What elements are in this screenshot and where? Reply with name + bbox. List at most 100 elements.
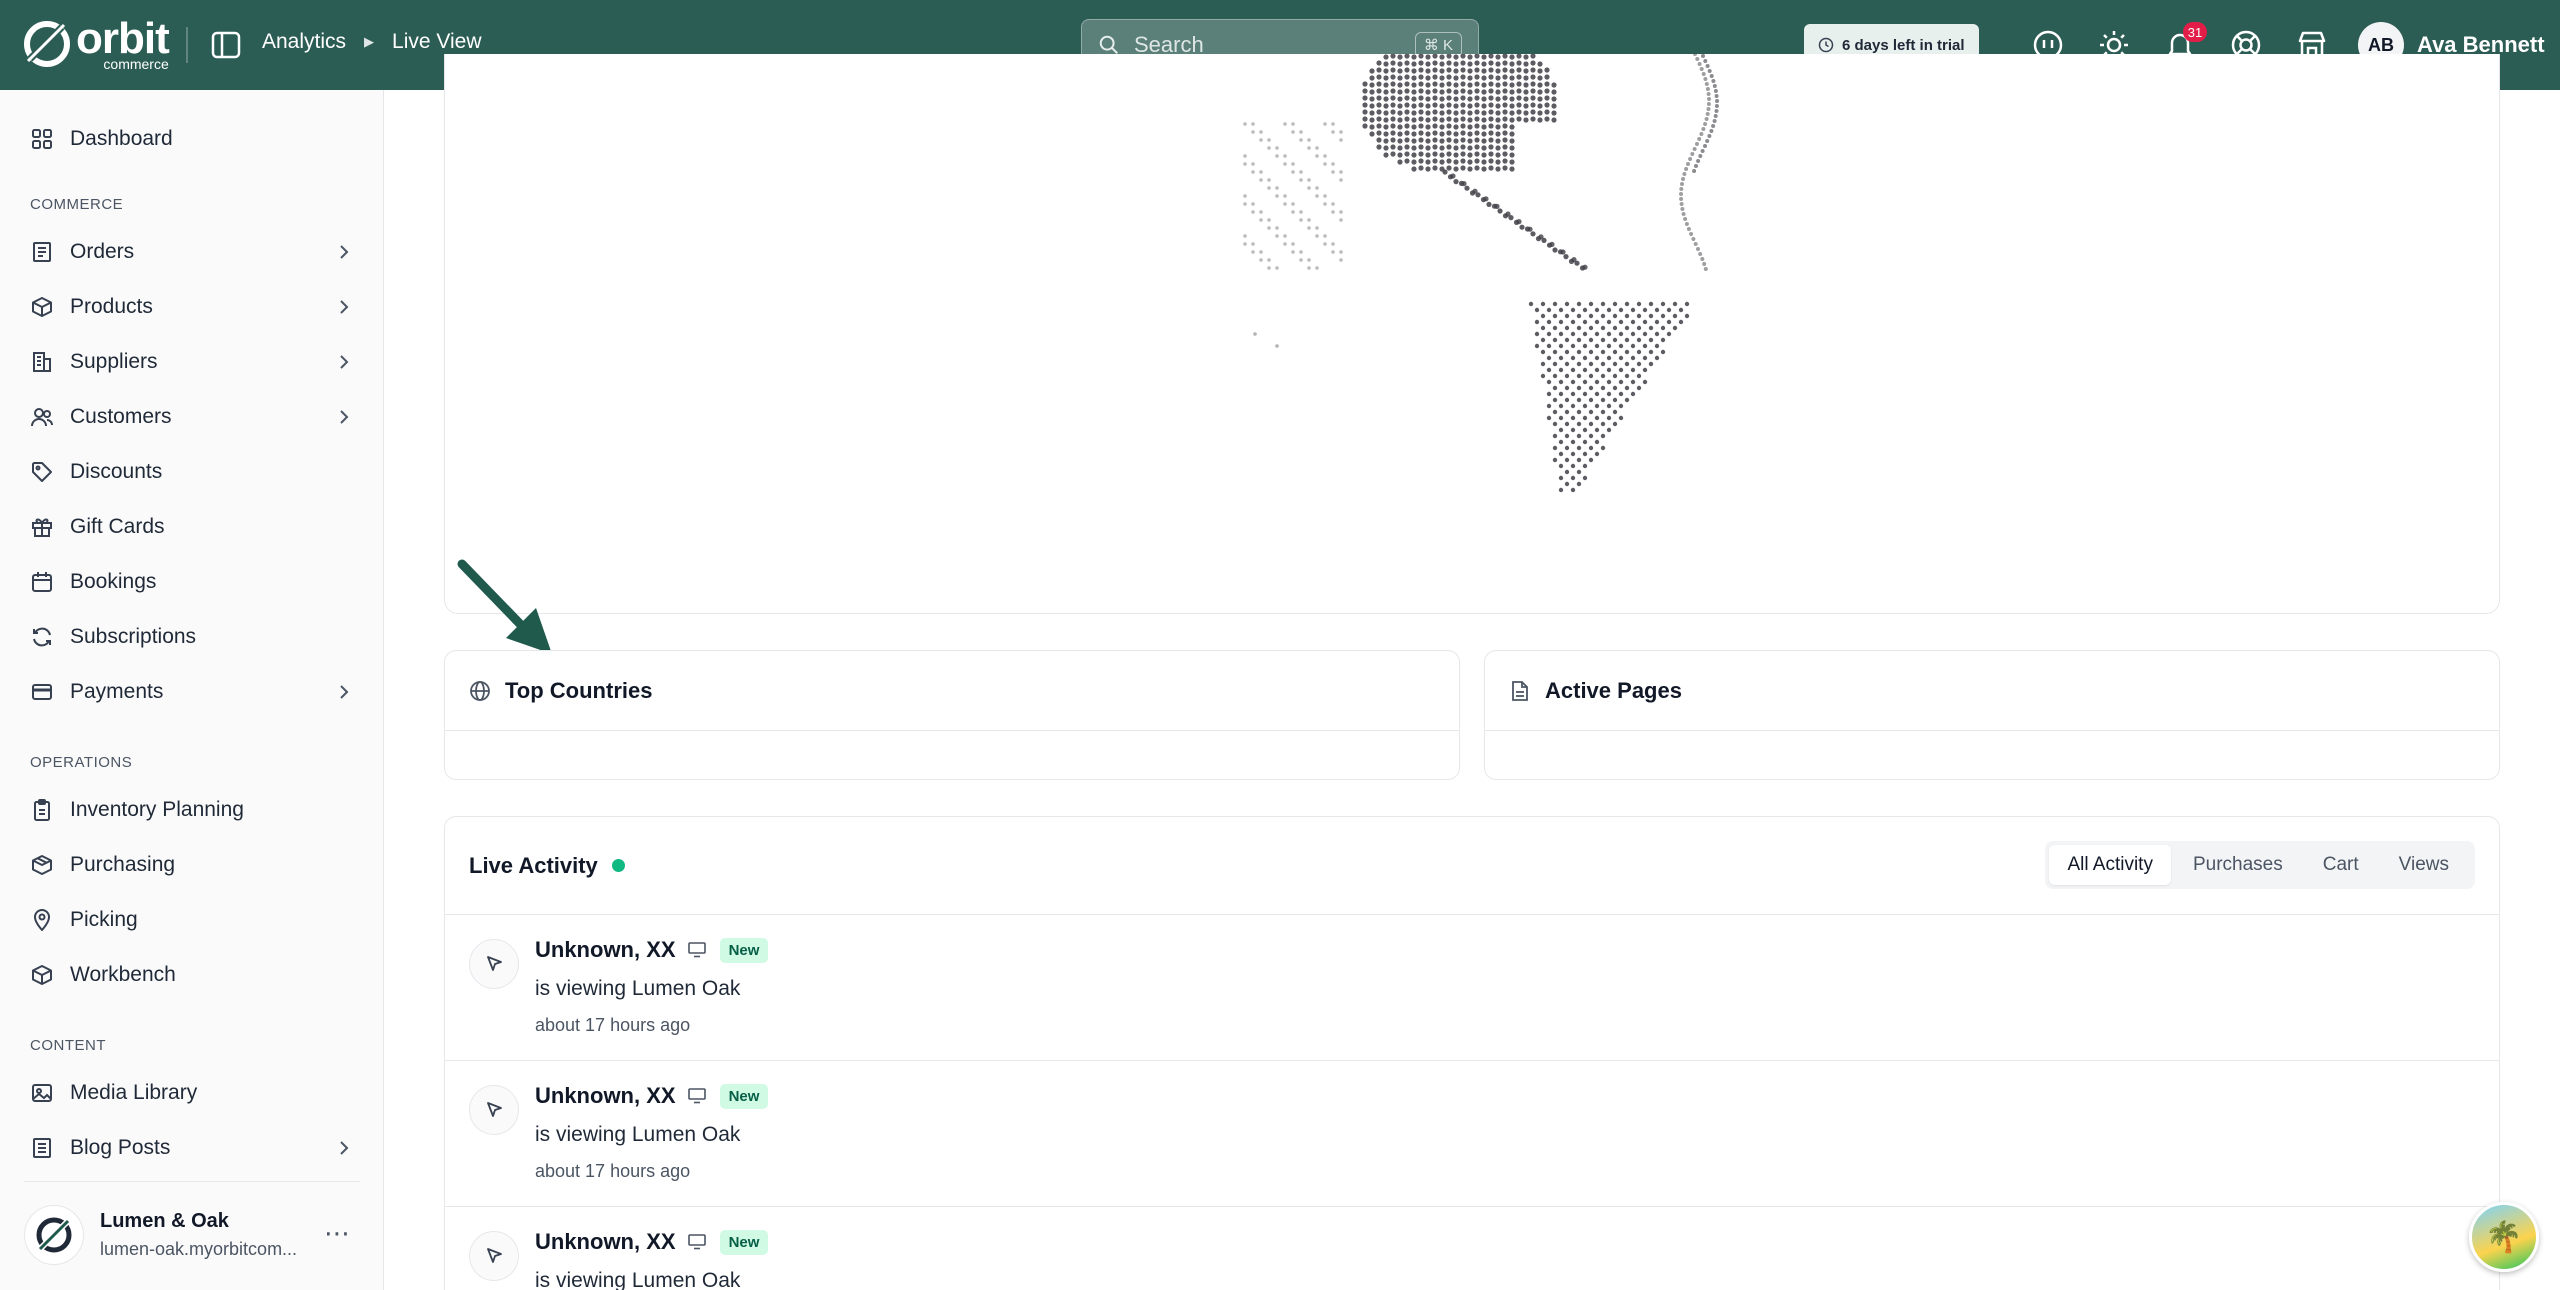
section-label-operations: OPERATIONS <box>30 754 133 771</box>
chevron-right-icon <box>340 1141 349 1155</box>
sidebar-item-label: Workbench <box>70 963 176 986</box>
tab-all-activity[interactable]: All Activity <box>2049 845 2171 885</box>
globe-icon <box>470 680 490 701</box>
sidebar-divider <box>24 1181 360 1182</box>
sidebar-item-purchasing[interactable]: Purchasing <box>0 838 384 892</box>
top-countries-header: Top Countries <box>445 651 1459 731</box>
section-label-commerce: COMMERCE <box>30 196 124 213</box>
users-icon <box>30 405 54 429</box>
topbar-divider <box>186 27 188 63</box>
sidebar-item-products[interactable]: Products <box>0 280 384 334</box>
activity-timestamp: about 17 hours ago <box>535 1015 691 1035</box>
orbit-logo-icon <box>24 21 70 67</box>
app-logo[interactable]: orbit commerce <box>22 14 170 72</box>
activity-description: is viewing Lumen Oak <box>535 977 741 1000</box>
sidebar-item-orders[interactable]: Orders <box>0 225 384 279</box>
live-activity-title: Live Activity <box>469 852 598 878</box>
sidebar-item-workbench[interactable]: Workbench <box>0 948 384 1002</box>
search-icon <box>1099 35 1118 54</box>
sidebar-item-label: Inventory Planning <box>70 798 244 821</box>
sidebar-item-label: Products <box>70 295 153 318</box>
sidebar-item-suppliers[interactable]: Suppliers <box>0 335 384 389</box>
chevron-right-icon <box>340 410 349 424</box>
sidebar-item-blog-posts[interactable]: Blog Posts <box>0 1121 384 1175</box>
sidebar-item-bookings[interactable]: Bookings <box>0 555 384 609</box>
cursor-icon <box>469 1085 519 1135</box>
top-countries-title: Top Countries <box>505 677 653 703</box>
sidebar-item-payments[interactable]: Payments <box>0 665 384 719</box>
sidebar-item-gift-cards[interactable]: Gift Cards <box>0 500 384 554</box>
dashboard-icon <box>30 127 54 151</box>
map-pin-icon <box>30 908 54 932</box>
activity-filter-tabs: All Activity Purchases Cart Views <box>2045 841 2475 889</box>
logo-wordmark: orbit <box>76 14 170 63</box>
active-pages-card: Active Pages <box>1484 650 2500 780</box>
tab-purchases[interactable]: Purchases <box>2175 845 2301 885</box>
live-activity-header: Live Activity All Activity Purchases Car… <box>445 817 2499 915</box>
sidebar-item-label: Payments <box>70 680 164 703</box>
activity-row[interactable]: Unknown, XX New is viewing Lumen Oak <box>445 1207 2499 1290</box>
clock-icon <box>1818 37 1834 53</box>
clipboard-icon <box>30 798 54 822</box>
tab-views[interactable]: Views <box>2381 845 2467 885</box>
breadcrumb-live-view: Live View <box>392 30 482 53</box>
active-pages-header: Active Pages <box>1485 651 2499 731</box>
chevron-right-icon <box>340 300 349 314</box>
live-status-dot <box>611 859 625 872</box>
calendar-icon <box>30 570 54 594</box>
sidebar-item-label: Dashboard <box>70 127 173 150</box>
sidebar-item-label: Gift Cards <box>70 515 165 538</box>
chevron-right-icon <box>340 355 349 369</box>
desktop-icon <box>687 1234 706 1250</box>
sidebar-item-discounts[interactable]: Discounts <box>0 445 384 499</box>
cursor-icon <box>469 939 519 989</box>
sidebar-item-label: Picking <box>70 908 138 931</box>
orders-icon <box>30 240 54 264</box>
globe-map[interactable] <box>445 54 2500 614</box>
activity-description: is viewing Lumen Oak <box>535 1269 741 1290</box>
sidebar-item-subscriptions[interactable]: Subscriptions <box>0 610 384 664</box>
breadcrumb-analytics[interactable]: Analytics <box>262 30 346 54</box>
refresh-icon <box>30 625 54 649</box>
tab-cart[interactable]: Cart <box>2305 845 2377 885</box>
building-icon <box>30 350 54 374</box>
more-options-icon[interactable]: ⋯ <box>324 1218 351 1249</box>
visitor-location: Unknown, XX <box>535 1229 676 1254</box>
sidebar-item-customers[interactable]: Customers <box>0 390 384 444</box>
sidebar-item-picking[interactable]: Picking <box>0 893 384 947</box>
chevron-right-icon <box>340 245 349 259</box>
credit-card-icon <box>30 680 54 704</box>
sidebar-item-dashboard[interactable]: Dashboard <box>0 112 384 166</box>
sidebar-item-label: Customers <box>70 405 172 428</box>
activity-row[interactable]: Unknown, XX New is viewing Lumen Oak abo… <box>445 915 2499 1061</box>
chevron-right-icon <box>340 685 349 699</box>
sidebar-toggle-icon[interactable] <box>210 30 242 60</box>
sidebar-item-label: Subscriptions <box>70 625 197 648</box>
new-visitor-badge: New <box>719 1229 769 1255</box>
store-url: lumen-oak.myorbitcom... <box>100 1239 298 1259</box>
sidebar-item-inventory-planning[interactable]: Inventory Planning <box>0 783 384 837</box>
activity-row[interactable]: Unknown, XX New is viewing Lumen Oak abo… <box>445 1061 2499 1207</box>
new-visitor-badge: New <box>719 937 769 963</box>
logo-subtext: commerce <box>103 56 169 72</box>
live-globe-card <box>444 54 2500 614</box>
box-icon <box>30 963 54 987</box>
sidebar-item-label: Blog Posts <box>70 1136 171 1159</box>
package-icon <box>30 853 54 877</box>
breadcrumb-separator-icon: ▶ <box>364 34 375 49</box>
activity-description: is viewing Lumen Oak <box>535 1123 741 1146</box>
live-activity-card: Live Activity All Activity Purchases Car… <box>444 816 2500 1290</box>
active-pages-title: Active Pages <box>1545 677 1682 703</box>
assistant-avatar-button[interactable]: 🌴 <box>2469 1202 2539 1272</box>
store-name: Lumen & Oak <box>100 1210 229 1232</box>
store-switcher[interactable]: Lumen & Oak lumen-oak.myorbitcom... ⋯ <box>24 1198 360 1272</box>
sidebar: Dashboard COMMERCE Orders Products Suppl… <box>0 90 384 1290</box>
sidebar-item-label: Discounts <box>70 460 163 483</box>
visitor-location: Unknown, XX <box>535 937 676 962</box>
notification-count-badge: 31 <box>2183 22 2207 42</box>
visitor-location: Unknown, XX <box>535 1083 676 1108</box>
sidebar-item-label: Bookings <box>70 570 157 593</box>
activity-timestamp: about 17 hours ago <box>535 1161 691 1181</box>
document-icon <box>1512 680 1528 701</box>
sidebar-item-media-library[interactable]: Media Library <box>0 1066 384 1120</box>
